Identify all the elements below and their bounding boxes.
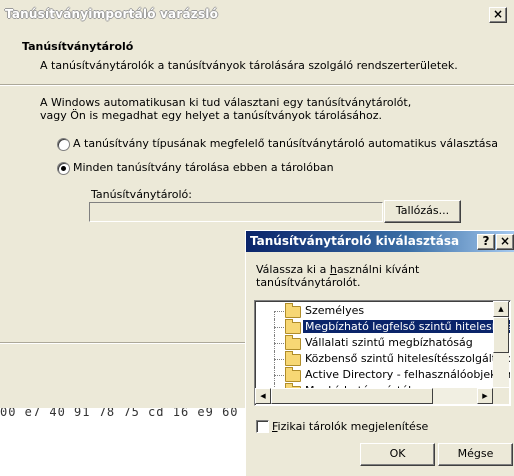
tree-connector (274, 359, 284, 360)
dialog-title: Tanúsítványtároló kiválasztása (250, 234, 460, 248)
scroll-right-button[interactable]: ▶ (477, 388, 493, 404)
wizard-close-button[interactable]: × (489, 7, 507, 23)
folder-icon (285, 351, 301, 366)
vertical-scroll-thumb[interactable] (493, 317, 509, 353)
scroll-up-button[interactable]: ▲ (493, 301, 509, 317)
scrollbar-corner (493, 388, 509, 404)
prompt-accelerator: h (329, 263, 337, 276)
radio-selected-dot (61, 166, 66, 171)
tree-item[interactable]: Személyes (255, 303, 495, 319)
folder-icon (285, 335, 301, 350)
ok-button[interactable]: OK (360, 443, 435, 466)
folder-icon (285, 303, 301, 318)
tree-vertical-scrollbar[interactable]: ▲ (493, 301, 509, 387)
show-physical-stores-checkbox[interactable] (256, 420, 269, 433)
prompt-text-start: Válassza ki a (256, 263, 330, 276)
tree-connector (274, 343, 284, 344)
tree-item-label: Közbenső szintű hitelesítésszolgáltatók (305, 352, 511, 365)
tree-item-label: Személyes (305, 304, 365, 317)
footer-separator (0, 342, 250, 344)
tree-item-label: Vállalati szintű megbízhatóság (305, 336, 473, 349)
radio-manual-label[interactable]: Minden tanúsítvány tárolása ebben a táro… (73, 161, 334, 174)
browse-button[interactable]: Tallózás... (384, 200, 461, 223)
store-field[interactable] (89, 202, 383, 222)
dialog-help-button[interactable]: ? (477, 234, 495, 250)
scroll-left-button[interactable]: ◀ (255, 388, 271, 404)
wizard-titlebar: Tanúsítványimportáló varázsló × (0, 0, 514, 30)
folder-icon (285, 367, 301, 382)
tree-connector (274, 311, 285, 319)
radio-auto-label[interactable]: A tanúsítvány típusának megfelelő tanúsí… (73, 137, 498, 150)
select-store-dialog: Tanúsítványtároló kiválasztása ? × Válas… (245, 230, 514, 476)
tree-item[interactable]: Közbenső szintű hitelesítésszolgáltatók (255, 351, 510, 367)
tree-item-selected[interactable]: Megbízható legfelső szintű hitelesítéssz… (255, 319, 510, 335)
description-paragraph: A Windows automatikusan ki tud választan… (40, 96, 412, 122)
folder-icon (285, 319, 301, 334)
radio-auto-select[interactable] (57, 138, 70, 151)
background-strip: 00 e7 40 91 78 75 cd 16 e9 60 6c ce (0, 408, 250, 422)
header-separator (0, 84, 514, 86)
physical-label-text: izikai tárolók megjelenítése (277, 420, 429, 433)
dialog-close-button[interactable]: × (496, 234, 514, 250)
close-icon: × (499, 234, 511, 248)
background-hex-text: 00 e7 40 91 78 75 cd 16 e9 60 6c ce (0, 408, 250, 419)
wizard-title: Tanúsítványimportáló varázsló (5, 7, 219, 21)
dialog-prompt: Válassza ki a használni kívánt tanúsítvá… (256, 263, 514, 289)
tree-connector (274, 375, 284, 376)
tree-horizontal-scrollbar[interactable]: ◀ ▶ (255, 388, 493, 404)
tree-item-label: Active Directory - felhasználóobjektum (305, 368, 511, 381)
horizontal-scroll-thumb[interactable] (271, 388, 433, 404)
tree-item[interactable]: Vállalati szintű megbízhatóság (255, 335, 495, 351)
tree-connector (274, 327, 284, 328)
help-icon: ? (482, 234, 490, 248)
section-heading: Tanúsítványtároló (22, 40, 134, 53)
section-subtitle: A tanúsítványtárolók a tanúsítványok tár… (40, 59, 458, 72)
radio-manual-store[interactable] (57, 162, 70, 175)
tree-item-label: Megbízható legfelső szintű hitelesítéssz… (303, 320, 510, 333)
dialog-titlebar: Tanúsítványtároló kiválasztása ? × (246, 231, 514, 252)
store-field-label: Tanúsítványtároló: (91, 188, 192, 201)
close-icon: × (492, 7, 504, 21)
show-physical-stores-label[interactable]: Fizikai tárolók megjelenítése (272, 420, 428, 433)
tree-connector (274, 311, 284, 312)
tree-item[interactable]: Active Directory - felhasználóobjektum (255, 367, 510, 383)
cancel-button[interactable]: Mégse (438, 443, 513, 466)
